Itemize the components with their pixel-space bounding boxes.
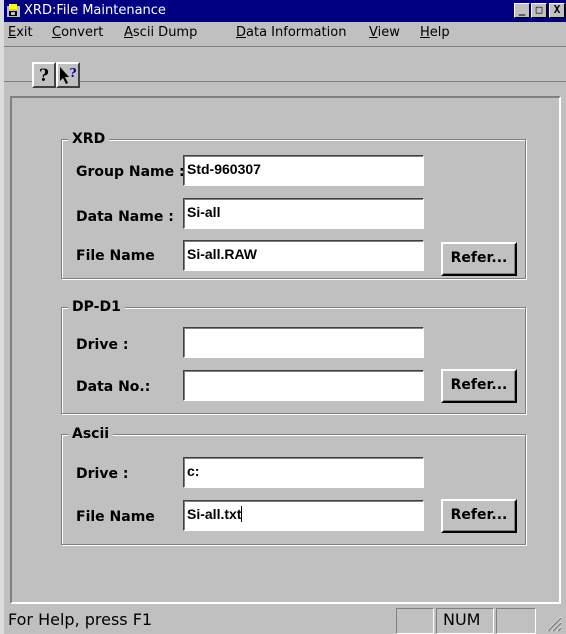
resize-grip-icon[interactable] [544, 614, 562, 632]
ascii-file-name-label: File Name [76, 509, 155, 525]
maximize-button[interactable]: □ [531, 3, 547, 18]
data-no-field[interactable] [183, 370, 424, 401]
data-name-field[interactable]: Si-all [183, 198, 424, 229]
group-name-label: Group Name : [76, 164, 185, 180]
file-name-label: File Name [76, 248, 155, 264]
toolbar [4, 46, 566, 82]
dpd1-group-title: DP-D1 [68, 299, 125, 315]
xrd-refer-button[interactable]: Refer... [441, 242, 517, 276]
dpd1-refer-button[interactable]: Refer... [441, 369, 517, 403]
menu-convert[interactable]: Convert [52, 24, 103, 42]
text-caret [241, 506, 243, 522]
menu-exit[interactable]: Exit [8, 24, 33, 42]
xrd-group-title: XRD [68, 131, 110, 147]
ascii-file-name-field[interactable]: Si-all.txt [183, 500, 424, 531]
ascii-file-name-value: Si-all.txt [187, 506, 242, 522]
question-mark-icon: ? [39, 66, 49, 86]
minimize-button[interactable]: _ [514, 3, 530, 18]
file-name-field[interactable]: Si-all.RAW [183, 240, 424, 271]
status-pane-blank [396, 608, 434, 634]
close-button[interactable]: X [549, 3, 565, 18]
drive-field[interactable] [183, 327, 424, 358]
data-name-label: Data Name : [76, 209, 174, 225]
ascii-drive-field[interactable]: c: [183, 457, 424, 488]
data-no-label: Data No.: [76, 379, 151, 395]
num-lock-indicator: NUM [436, 608, 494, 634]
menu-data-information[interactable]: Data Information [236, 24, 346, 42]
svg-text:?: ? [39, 66, 49, 86]
context-help-button[interactable]: ? [56, 62, 80, 88]
status-text: For Help, press F1 [8, 610, 153, 629]
drive-label: Drive : [76, 337, 129, 353]
window-title: XRD:File Maintenance [24, 3, 166, 18]
ascii-group-title: Ascii [68, 426, 114, 442]
svg-text:?: ? [69, 66, 76, 80]
ascii-refer-button[interactable]: Refer... [441, 499, 517, 533]
menu-view[interactable]: View [369, 24, 400, 42]
status-pane-scroll [496, 608, 536, 634]
menu-ascii-dump[interactable]: Ascii Dump [124, 24, 197, 42]
arrow-question-icon: ? [60, 66, 77, 84]
app-icon [6, 3, 22, 19]
group-name-field[interactable]: Std-960307 [183, 155, 424, 186]
menu-help[interactable]: Help [420, 24, 450, 42]
help-button[interactable]: ? [32, 62, 56, 88]
ascii-drive-label: Drive : [76, 466, 129, 482]
